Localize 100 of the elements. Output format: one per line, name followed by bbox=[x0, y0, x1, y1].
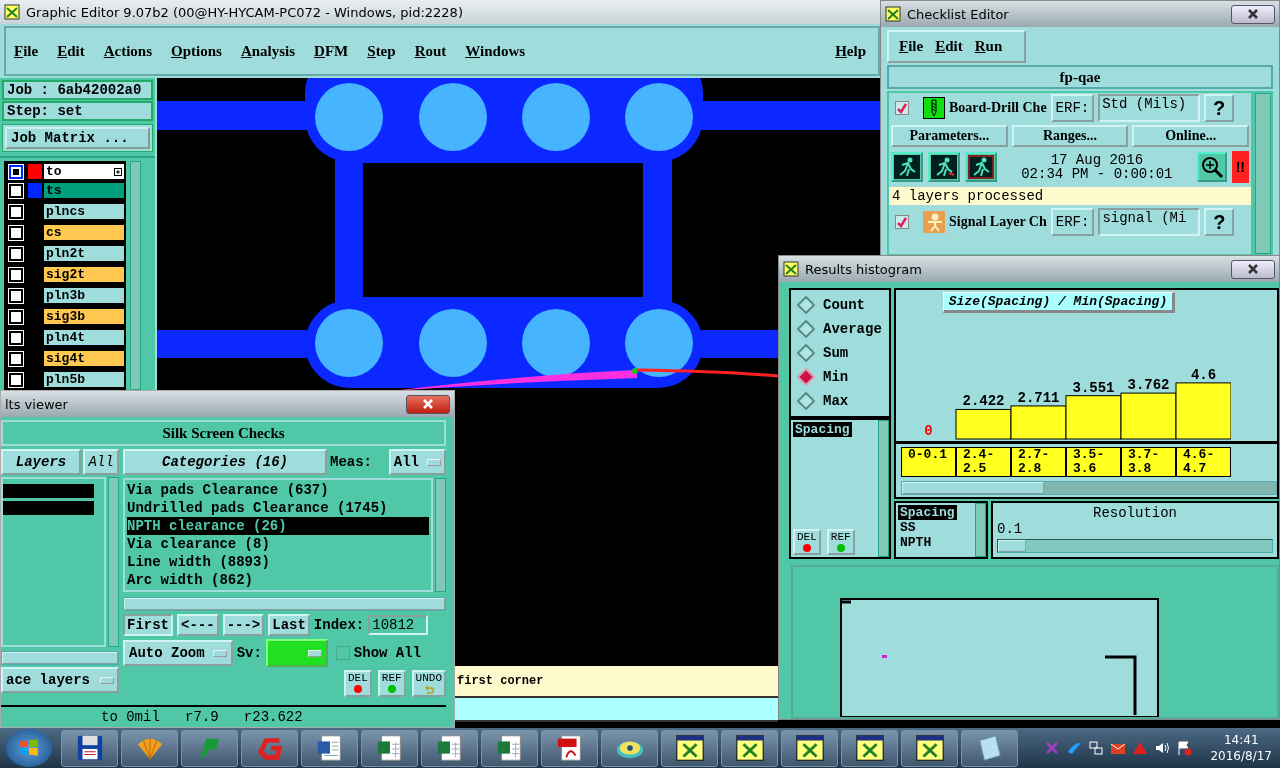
radio-label[interactable]: Max bbox=[823, 393, 849, 409]
layer-checkbox[interactable] bbox=[9, 164, 23, 179]
tool-button[interactable]: UNDO bbox=[411, 670, 446, 697]
close-button[interactable] bbox=[1231, 259, 1275, 279]
list-item[interactable]: NPTH bbox=[898, 535, 934, 550]
command-line-field[interactable] bbox=[455, 698, 778, 722]
run-button[interactable] bbox=[965, 152, 997, 182]
category-item[interactable]: Via pads Clearance (637) bbox=[127, 481, 429, 499]
bird-icon[interactable] bbox=[1066, 740, 1083, 756]
show-all-checkbox[interactable] bbox=[335, 646, 350, 660]
layer-name[interactable]: pln4t bbox=[44, 330, 124, 345]
taskbar-button[interactable] bbox=[361, 729, 418, 767]
layer-name[interactable]: plncs bbox=[44, 204, 124, 219]
layers-button[interactable]: Layers bbox=[1, 449, 81, 475]
list-item[interactable]: SS bbox=[898, 520, 918, 535]
radio-label[interactable]: Average bbox=[823, 321, 882, 337]
help-button[interactable]: ? bbox=[1204, 94, 1235, 122]
check-checkbox[interactable] bbox=[895, 215, 909, 229]
navigation-button[interactable]: <--- bbox=[177, 614, 219, 636]
menu-item[interactable]: Rout bbox=[414, 42, 447, 60]
check-action-button[interactable]: Ranges... bbox=[1011, 125, 1129, 147]
scrollbar[interactable] bbox=[130, 161, 141, 390]
menu-item[interactable]: Windows bbox=[465, 42, 526, 60]
layer-name[interactable]: ts bbox=[44, 183, 124, 198]
layer-name[interactable]: pln3b bbox=[44, 288, 124, 303]
navigation-button[interactable]: First bbox=[123, 614, 173, 636]
scrollbar[interactable] bbox=[901, 481, 1277, 495]
layer-checkbox[interactable] bbox=[9, 309, 23, 324]
zoom-button[interactable] bbox=[1196, 152, 1227, 182]
list-item[interactable]: Spacing bbox=[898, 505, 957, 520]
radio-button[interactable] bbox=[797, 368, 815, 386]
layer-checkbox[interactable] bbox=[9, 330, 23, 345]
layer-checkbox[interactable] bbox=[9, 204, 23, 219]
menu-item[interactable]: Options bbox=[171, 42, 222, 60]
start-button[interactable] bbox=[6, 729, 52, 767]
layer-checkbox[interactable] bbox=[9, 246, 23, 261]
radio-button[interactable] bbox=[797, 344, 815, 362]
navigation-button[interactable]: ---> bbox=[222, 614, 265, 636]
check-action-button[interactable]: Online... bbox=[1132, 125, 1249, 147]
category-item[interactable]: Via clearance (8) bbox=[127, 535, 429, 553]
erf-button[interactable]: ERF: bbox=[1050, 94, 1095, 122]
layers-dropdown[interactable]: ace layers bbox=[1, 667, 119, 693]
run-button[interactable] bbox=[928, 152, 960, 182]
scrollbar[interactable] bbox=[878, 420, 889, 557]
checkbox-label[interactable]: Show All bbox=[353, 645, 422, 661]
radio-button[interactable] bbox=[797, 296, 815, 314]
check-checkbox[interactable] bbox=[895, 101, 909, 115]
layer-name[interactable]: cs bbox=[44, 225, 124, 240]
layer-name[interactable]: sig2t bbox=[44, 267, 124, 282]
menu-item[interactable]: File bbox=[899, 38, 924, 55]
category-item[interactable]: Arc width (862) bbox=[127, 571, 429, 589]
meas-dropdown[interactable]: All bbox=[388, 449, 446, 475]
taskbar-button[interactable] bbox=[421, 729, 478, 767]
scrollbar[interactable] bbox=[1255, 93, 1271, 254]
menu-item[interactable]: Actions bbox=[103, 42, 153, 60]
layer-checkbox[interactable] bbox=[9, 351, 23, 366]
menu-item[interactable]: Run bbox=[974, 38, 1003, 55]
network-icon[interactable] bbox=[1088, 740, 1105, 756]
radio-label[interactable]: Sum bbox=[823, 345, 849, 361]
taskbar-button[interactable] bbox=[301, 729, 358, 767]
taskbar-button[interactable] bbox=[61, 729, 118, 767]
layer-name[interactable]: pln5b bbox=[44, 372, 124, 387]
erf-field[interactable]: Std (Mils) bbox=[1098, 94, 1201, 122]
layer-checkbox[interactable] bbox=[9, 267, 23, 282]
resolution-slider[interactable] bbox=[997, 539, 1273, 553]
help-button[interactable]: ? bbox=[1204, 208, 1235, 236]
tool-button[interactable]: DEL bbox=[793, 529, 821, 555]
menu-item[interactable]: Edit bbox=[57, 42, 85, 60]
category-item[interactable]: NPTH clearance (26) bbox=[127, 517, 429, 535]
scrollbar[interactable] bbox=[1, 651, 119, 665]
taskbar-button[interactable] bbox=[661, 729, 718, 767]
check-action-button[interactable]: Parameters... bbox=[891, 125, 1008, 147]
slider-thumb[interactable] bbox=[998, 540, 1026, 552]
tool-button[interactable]: REF bbox=[826, 529, 855, 555]
menu-item[interactable]: DFM bbox=[314, 42, 349, 60]
expand-icon[interactable] bbox=[114, 167, 122, 176]
radio-button[interactable] bbox=[797, 392, 815, 410]
menu-item[interactable]: Step bbox=[367, 42, 396, 60]
close-button[interactable] bbox=[1231, 4, 1275, 24]
radio-label[interactable]: Min bbox=[823, 369, 849, 385]
category-item[interactable]: Line width (8893) bbox=[127, 553, 429, 571]
zoom-dropdown[interactable]: Auto Zoom bbox=[123, 640, 233, 666]
all-button[interactable]: All bbox=[83, 449, 119, 475]
layer-name[interactable]: sig4t bbox=[44, 351, 124, 366]
categories-button[interactable]: Categories (16) bbox=[123, 449, 327, 475]
radio-label[interactable]: Count bbox=[823, 297, 865, 313]
menu-item[interactable]: Help bbox=[835, 42, 866, 60]
radio-button[interactable] bbox=[797, 320, 815, 338]
index-field[interactable]: 10812 bbox=[368, 615, 429, 635]
scrollbar[interactable] bbox=[123, 597, 446, 611]
taskbar-button[interactable] bbox=[481, 729, 538, 767]
taskbar-button[interactable] bbox=[901, 729, 958, 767]
layer-checkbox[interactable] bbox=[9, 225, 23, 240]
list-item[interactable]: Spacing bbox=[793, 422, 852, 437]
layer-name[interactable]: to bbox=[44, 164, 124, 179]
menu-item[interactable]: Analysis bbox=[240, 42, 296, 60]
run-button[interactable] bbox=[891, 152, 923, 182]
category-item[interactable]: Undrilled pads Clearance (1745) bbox=[127, 499, 429, 517]
taskbar-button[interactable] bbox=[781, 729, 838, 767]
taskbar-button[interactable] bbox=[961, 729, 1018, 767]
